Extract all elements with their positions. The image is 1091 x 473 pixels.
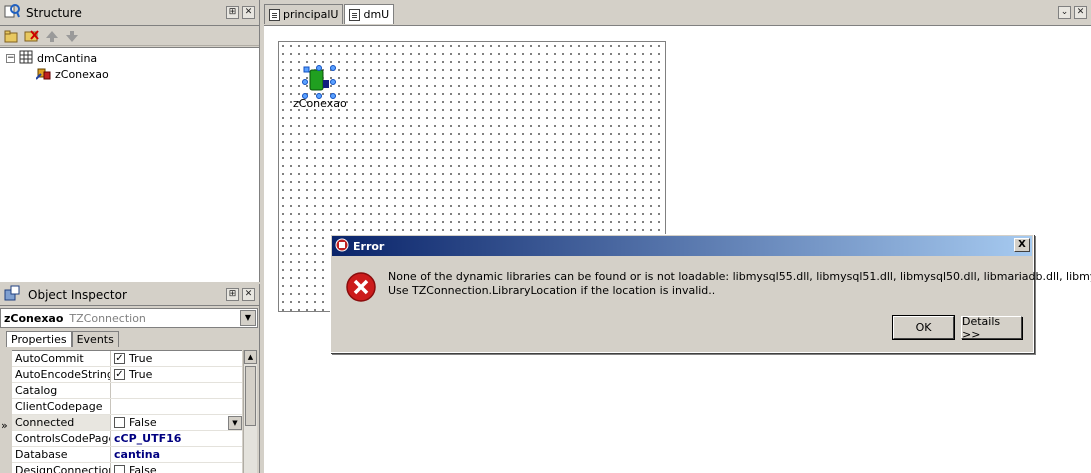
checkbox-icon[interactable] xyxy=(114,417,125,428)
app-icon xyxy=(335,238,349,255)
property-value[interactable]: False ▼ xyxy=(111,415,242,430)
property-value[interactable]: False xyxy=(111,463,242,473)
property-value-text: False xyxy=(129,415,157,429)
property-row[interactable]: AutoCommit ✓ True xyxy=(12,351,242,367)
property-scrollbar[interactable]: ▲ xyxy=(243,350,257,473)
checkbox-icon[interactable] xyxy=(114,465,125,473)
editor-tabs: principalU dmU xyxy=(264,4,395,24)
close-icon[interactable]: X xyxy=(1014,238,1030,252)
property-name: Catalog xyxy=(12,383,111,398)
details-button[interactable]: Details >> xyxy=(961,315,1022,341)
structure-titlebar: Structure ⊞ ✕ xyxy=(0,0,259,26)
editor-tab-label: dmU xyxy=(363,8,390,21)
pin-icon[interactable]: ⊞ xyxy=(226,6,239,19)
property-name: AutoCommit xyxy=(12,351,111,366)
editor-tab-principalu[interactable]: principalU xyxy=(264,4,344,24)
property-row[interactable]: ClientCodepage xyxy=(12,399,242,415)
chevron-down-icon[interactable]: ▼ xyxy=(240,310,256,326)
checkbox-checked-icon[interactable]: ✓ xyxy=(114,369,125,380)
close-icon[interactable]: ✕ xyxy=(242,6,255,19)
property-row[interactable]: DesignConnection False xyxy=(12,463,242,473)
ok-button[interactable]: OK xyxy=(892,315,955,340)
editor-tab-dmu[interactable]: dmU xyxy=(344,4,395,24)
datamodule-icon xyxy=(19,50,33,67)
property-value[interactable] xyxy=(111,383,242,398)
property-grid: AutoCommit ✓ True AutoEncodeStrings ✓ True Cat… xyxy=(12,350,242,473)
unit-file-icon xyxy=(349,8,361,21)
property-name: DesignConnection xyxy=(12,463,111,473)
component-type: TZConnection xyxy=(69,311,146,325)
checkbox-checked-icon[interactable]: ✓ xyxy=(114,353,125,364)
property-row[interactable]: Database cantina xyxy=(12,447,242,463)
property-value-text: cCP_UTF16 xyxy=(114,431,182,445)
error-icon xyxy=(345,271,377,303)
chevron-down-icon[interactable]: ▼ xyxy=(228,415,242,430)
property-value[interactable]: ✓ True xyxy=(111,351,242,366)
inspector-titlebar: Object Inspector ⊞ ✕ xyxy=(0,284,259,306)
connection-component-icon xyxy=(302,65,336,99)
inspector-title: Object Inspector xyxy=(28,287,127,302)
tab-events[interactable]: Events xyxy=(71,331,119,347)
structure-toolbar xyxy=(0,26,259,46)
property-value-text: True xyxy=(129,351,153,365)
property-value[interactable]: ✓ True xyxy=(111,367,242,382)
editor-tab-label: principalU xyxy=(283,8,339,21)
pin-icon[interactable]: ⊞ xyxy=(226,288,239,301)
move-up-icon[interactable] xyxy=(44,29,60,43)
property-value-text: True xyxy=(129,367,153,381)
property-value-text: False xyxy=(129,463,157,473)
tab-list-icon[interactable]: ⌄ xyxy=(1058,6,1071,19)
error-message: None of the dynamic libraries can be fou… xyxy=(388,270,1091,298)
move-down-icon[interactable] xyxy=(64,29,80,43)
dialog-title: Error xyxy=(353,239,385,253)
scroll-up-icon[interactable]: ▲ xyxy=(244,350,257,364)
property-value[interactable] xyxy=(111,399,242,414)
error-message-line1: None of the dynamic libraries can be fou… xyxy=(388,270,1091,283)
scroll-thumb[interactable] xyxy=(245,366,256,426)
property-name: AutoEncodeStrings xyxy=(12,367,111,382)
structure-panel: Structure ⊞ ✕ − dmCantina zConexao xyxy=(0,0,260,282)
error-dialog: Error X None of the dynamic libraries ca… xyxy=(330,234,1091,353)
property-name: ClientCodepage xyxy=(12,399,111,414)
property-name: Connected xyxy=(12,415,111,430)
inspector-icon xyxy=(4,285,22,304)
structure-title: Structure xyxy=(26,5,82,20)
component-name: zConexao xyxy=(4,311,64,325)
tree-node-root-label: dmCantina xyxy=(37,51,98,65)
component-caption: zConexao xyxy=(293,97,347,110)
collapse-icon[interactable]: − xyxy=(6,53,15,63)
property-name: ControlsCodePage xyxy=(12,431,111,446)
object-inspector-panel: Object Inspector ⊞ ✕ zConexao TZConnecti… xyxy=(0,284,260,473)
inspector-tabs: Properties Events xyxy=(6,331,119,347)
property-row[interactable]: ControlsCodePage cCP_UTF16 xyxy=(12,431,242,447)
property-value-text: cantina xyxy=(114,447,161,461)
error-message-line2: Use TZConnection.LibraryLocation if the … xyxy=(388,284,716,297)
connection-component-icon xyxy=(35,66,52,83)
property-value[interactable]: cantina xyxy=(111,447,242,462)
current-row-marker: » xyxy=(1,419,8,432)
tree-node-child-label: zConexao xyxy=(55,67,109,81)
structure-tree: − dmCantina zConexao xyxy=(0,47,259,282)
tree-node-root[interactable]: − dmCantina xyxy=(6,50,97,66)
unit-file-icon xyxy=(269,8,280,21)
dialog-titlebar: Error X xyxy=(332,236,1032,256)
close-icon[interactable]: ✕ xyxy=(242,288,255,301)
property-row[interactable]: Catalog xyxy=(12,383,242,399)
component-selector[interactable]: zConexao TZConnection ▼ xyxy=(0,308,258,328)
property-row[interactable]: Connected False ▼ xyxy=(12,415,242,431)
property-name: Database xyxy=(12,447,111,462)
delete-icon[interactable] xyxy=(24,29,40,43)
close-tab-icon[interactable]: ✕ xyxy=(1074,6,1087,19)
zconexao-component[interactable] xyxy=(301,64,337,100)
property-value[interactable]: cCP_UTF16 xyxy=(111,431,242,446)
property-row[interactable]: AutoEncodeStrings ✓ True xyxy=(12,367,242,383)
structure-icon xyxy=(4,3,20,22)
new-folder-icon[interactable] xyxy=(4,29,20,43)
tab-properties[interactable]: Properties xyxy=(6,331,72,347)
tree-node-child[interactable]: zConexao xyxy=(35,66,109,83)
